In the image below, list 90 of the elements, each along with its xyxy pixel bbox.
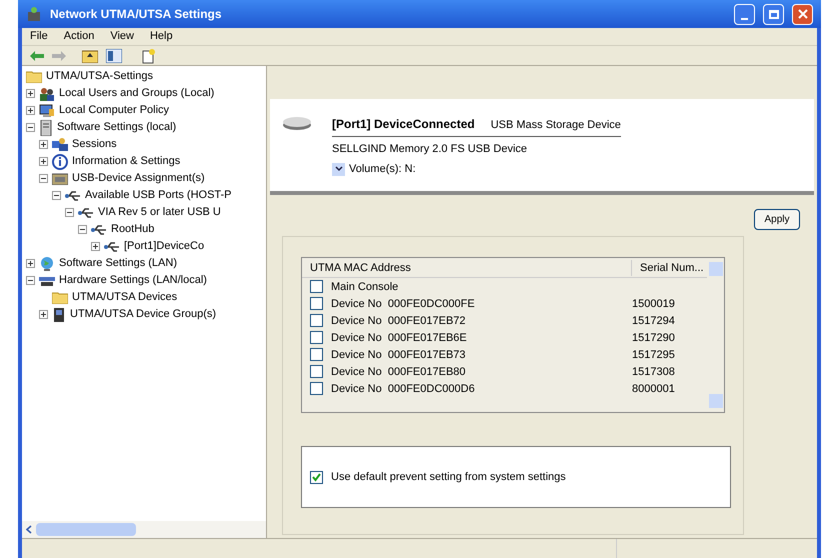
table-cell-text: Device No 000FE017EB72 xyxy=(330,314,467,329)
checkbox[interactable] xyxy=(310,470,323,484)
tree-item[interactable]: Software Settings (LAN) xyxy=(59,255,177,272)
horizontal-scrollbar[interactable] xyxy=(22,521,266,538)
expander-icon[interactable] xyxy=(39,140,48,149)
table-cell-text: Device No 000FE017EB6E xyxy=(330,330,468,346)
apply-button[interactable]: Apply xyxy=(754,209,800,230)
table-cell-text: 1517294 xyxy=(632,314,676,329)
tree-item[interactable]: Hardware Settings (LAN/local) xyxy=(59,272,207,289)
volumes-label: Volume(s): N: xyxy=(349,162,416,177)
chevron-icon[interactable] xyxy=(332,162,345,176)
table-cell-text: Device No 000FE0DC000D6 xyxy=(330,382,476,397)
tree-item[interactable]: Local Computer Policy xyxy=(59,102,170,119)
up-folder-icon[interactable] xyxy=(82,48,98,62)
window-title: Network UTMA/UTSA Settings xyxy=(50,6,223,23)
tree-item[interactable]: UTMA/UTSA Device Group(s) xyxy=(70,306,216,323)
usb-icon xyxy=(65,190,81,202)
checkbox[interactable] xyxy=(310,297,323,310)
globe-icon xyxy=(39,256,55,272)
maximize-button[interactable] xyxy=(763,4,784,24)
tree-item[interactable]: Sessions xyxy=(72,136,117,153)
device-title: [Port1] DeviceConnected xyxy=(332,116,475,133)
table-cell-text: Device No 000FE0DC000FE xyxy=(330,296,476,312)
expander-icon[interactable] xyxy=(91,242,100,251)
menu-item[interactable]: File xyxy=(30,28,48,45)
hardware-icon xyxy=(39,274,55,286)
drive-icon xyxy=(282,115,312,131)
expander-icon[interactable] xyxy=(26,259,35,268)
checkbox-label: Use default prevent setting from system settings xyxy=(331,470,566,486)
device-icon xyxy=(52,306,66,322)
tree-item[interactable]: USB-Device Assignment(s) xyxy=(72,170,205,187)
table-cell-text: 1517308 xyxy=(632,364,676,380)
tree-item[interactable]: Software Settings (local) xyxy=(57,119,176,136)
tree-item[interactable]: UTMA/UTSA-Settings xyxy=(46,68,153,85)
info-icon xyxy=(52,154,68,170)
table-cell-text: Main Console xyxy=(330,280,400,295)
expander-icon[interactable] xyxy=(26,89,35,98)
back-icon[interactable] xyxy=(30,50,44,60)
table-cell-text: 8000001 xyxy=(632,382,676,397)
expander-icon[interactable] xyxy=(52,191,61,200)
checkbox[interactable] xyxy=(310,382,323,396)
close-icon xyxy=(798,9,808,19)
scroll-left-icon[interactable] xyxy=(26,525,32,534)
tree-item[interactable]: UTMA/UTSA Devices xyxy=(72,289,178,306)
properties-icon[interactable] xyxy=(142,48,156,64)
minimize-button[interactable] xyxy=(734,4,755,24)
device-type: USB Mass Storage Device xyxy=(490,118,621,133)
server-icon xyxy=(39,120,53,136)
tree-item[interactable]: Local Users and Groups (Local) xyxy=(59,85,214,102)
users-icon xyxy=(39,86,55,100)
checkbox[interactable] xyxy=(310,331,323,344)
checkbox[interactable] xyxy=(310,280,323,294)
column-header[interactable]: UTMA MAC Address xyxy=(302,260,632,276)
expander-icon[interactable] xyxy=(78,225,87,234)
menu-item[interactable]: Help xyxy=(150,28,173,45)
tree-view-icon[interactable] xyxy=(106,48,122,62)
drawer-icon xyxy=(52,172,68,185)
tree-item[interactable]: [Port1]DeviceCo xyxy=(124,238,204,255)
table-cell-text: Device No 000FE017EB80 xyxy=(330,364,467,380)
menu-item[interactable]: Action xyxy=(64,28,94,45)
tree-item[interactable]: Available USB Ports (HOST-P xyxy=(85,187,232,204)
column-header[interactable]: Serial Num... xyxy=(632,260,707,276)
table-cell-text: 1500019 xyxy=(632,296,676,312)
device-name: SELLGIND Memory 2.0 FS USB Device xyxy=(332,142,528,156)
folder-icon xyxy=(52,291,68,304)
tree-item[interactable]: RootHub xyxy=(111,221,154,238)
expander-icon[interactable] xyxy=(26,123,35,132)
usb-icon xyxy=(91,224,107,236)
expander-icon[interactable] xyxy=(39,157,48,166)
expander-icon[interactable] xyxy=(39,310,48,319)
tree-item[interactable]: Information & Settings xyxy=(72,153,180,170)
table-cell-text: Device No 000FE017EB73 xyxy=(330,348,467,363)
expander-icon[interactable] xyxy=(65,208,74,217)
close-button[interactable] xyxy=(792,4,813,24)
table-cell-text: 1517295 xyxy=(632,348,676,363)
tree-item[interactable]: VIA Rev 5 or later USB U xyxy=(98,204,221,221)
app-icon xyxy=(26,6,42,22)
usb-icon xyxy=(78,206,94,218)
usb-icon xyxy=(104,240,120,252)
sessions-icon xyxy=(52,138,68,152)
expander-icon[interactable] xyxy=(26,106,35,115)
checkbox[interactable] xyxy=(310,365,323,378)
checkbox[interactable] xyxy=(310,314,323,328)
checkbox[interactable] xyxy=(310,348,323,362)
expander-icon[interactable] xyxy=(26,276,35,285)
folder-icon xyxy=(26,70,42,83)
computer-icon xyxy=(39,104,55,118)
expander-icon[interactable] xyxy=(39,174,48,183)
table-cell-text: 1517290 xyxy=(632,330,676,346)
menu-item[interactable]: View xyxy=(110,28,134,45)
